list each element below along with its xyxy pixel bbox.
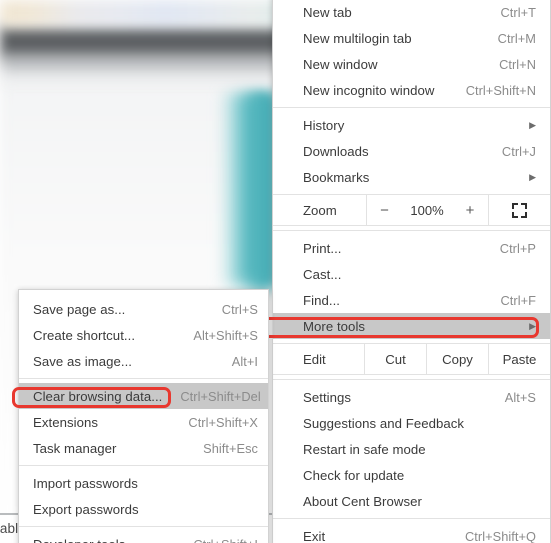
menu-item-label: History	[303, 117, 345, 133]
menu-separator	[273, 230, 550, 231]
menu-item-shortcut: Ctrl+Shift+N	[465, 82, 536, 98]
menu-item-extensions[interactable]: Extensions Ctrl+Shift+X	[19, 409, 268, 435]
menu-item-shortcut: Ctrl+P	[499, 240, 536, 256]
menu-item-label: Suggestions and Feedback	[303, 415, 465, 431]
menu-item-task-manager[interactable]: Task manager Shift+Esc	[19, 435, 268, 461]
menu-item-shortcut: Shift+Esc	[203, 440, 258, 456]
menu-item-new-window[interactable]: New window Ctrl+N	[273, 51, 550, 77]
menu-item-cast[interactable]: Cast...	[273, 261, 550, 287]
menu-item-new-multilogin-tab[interactable]: New multilogin tab Ctrl+M	[273, 25, 550, 51]
edit-label: Edit	[303, 351, 326, 367]
menu-item-label: Settings	[303, 389, 352, 405]
menu-separator	[273, 518, 550, 519]
menu-item-settings[interactable]: Settings Alt+S	[273, 384, 550, 410]
submenu-arrow-icon: ▶	[529, 119, 536, 130]
menu-item-new-tab[interactable]: New tab Ctrl+T	[273, 0, 550, 25]
menu-item-shortcut: Ctrl+T	[500, 4, 536, 20]
zoom-out-button[interactable]: −	[366, 195, 402, 225]
fullscreen-icon	[512, 202, 527, 218]
menu-item-shortcut: Ctrl+N	[499, 56, 536, 72]
menu-item-clear-browsing-data[interactable]: Clear browsing data... Ctrl+Shift+Del	[19, 383, 268, 409]
menu-item-about-cent-browser[interactable]: About Cent Browser	[273, 488, 550, 514]
menu-item-label: New incognito window	[303, 82, 435, 98]
menu-item-label: Restart in safe mode	[303, 441, 426, 457]
menu-item-save-page-as[interactable]: Save page as... Ctrl+S	[19, 296, 268, 322]
menu-item-more-tools[interactable]: More tools ▶	[273, 313, 550, 339]
cut-button[interactable]: Cut	[364, 344, 426, 374]
browser-main-menu[interactable]: New tab Ctrl+T New multilogin tab Ctrl+M New…	[260, 0, 551, 543]
menu-item-shortcut: Ctrl+Shift+Del	[180, 388, 261, 404]
menu-item-label: Clear browsing data...	[33, 388, 163, 404]
menu-item-label: New window	[303, 56, 378, 72]
menu-item-find[interactable]: Find... Ctrl+F	[273, 287, 550, 313]
menu-item-shortcut: Alt+I	[231, 353, 258, 369]
menu-item-label: Find...	[303, 292, 340, 308]
menu-item-save-as-image[interactable]: Save as image... Alt+I	[19, 348, 268, 374]
menu-item-label: Print...	[303, 240, 342, 256]
menu-item-history[interactable]: History ▶	[273, 112, 550, 138]
menu-item-shortcut: Ctrl+Shift+X	[188, 414, 258, 430]
menu-item-shortcut: Ctrl+S	[221, 301, 258, 317]
zoom-in-button[interactable]: +	[452, 195, 488, 225]
menu-item-bookmarks[interactable]: Bookmarks ▶	[273, 164, 550, 190]
menu-item-downloads[interactable]: Downloads Ctrl+J	[273, 138, 550, 164]
menu-item-shortcut: Alt+S	[504, 389, 536, 405]
menu-item-label: Save page as...	[33, 301, 126, 317]
menu-item-shortcut: Ctrl+M	[497, 30, 536, 46]
zoom-control-row: Zoom −100% +	[273, 194, 550, 226]
menu-item-label: Cast...	[303, 266, 342, 282]
menu-item-restart-in-safe-mode[interactable]: Restart in safe mode	[273, 436, 550, 462]
menu-item-new-incognito-window[interactable]: New incognito window Ctrl+Shift+N	[273, 77, 550, 103]
menu-item-label: New multilogin tab	[303, 30, 412, 46]
menu-item-label: Task manager	[33, 440, 117, 456]
menu-item-check-for-update[interactable]: Check for update	[273, 462, 550, 488]
menu-item-create-shortcut[interactable]: Create shortcut... Alt+Shift+S	[19, 322, 268, 348]
menu-separator	[273, 107, 550, 108]
menu-item-label: Export passwords	[33, 501, 139, 517]
menu-item-label: More tools	[303, 318, 366, 334]
submenu-arrow-icon: ▶	[529, 171, 536, 182]
copy-button[interactable]: Copy	[426, 344, 488, 374]
menu-item-label: New tab	[303, 4, 352, 20]
screenshot-root: table of contents will be automatic wsxd…	[0, 0, 551, 543]
edit-control-row: Edit Cut Copy Paste	[273, 343, 550, 375]
menu-item-label: About Cent Browser	[303, 493, 422, 509]
menu-item-shortcut: Ctrl+Shift+Q	[464, 528, 536, 543]
menu-separator	[19, 378, 268, 379]
menu-item-label: Check for update	[303, 467, 405, 483]
submenu-arrow-icon: ▶	[529, 320, 536, 331]
menu-item-shortcut: Ctrl+J	[501, 143, 536, 159]
menu-item-import-passwords[interactable]: Import passwords	[19, 470, 268, 496]
menu-item-developer-tools[interactable]: Developer toolsCtrl+Shift+I	[19, 531, 268, 543]
menu-item-shortcut: Ctrl+Shift+I	[175, 537, 258, 543]
menu-item-label: Import passwords	[33, 475, 138, 491]
menu-item-label: Create shortcut...	[33, 327, 136, 343]
menu-item-label: Save as image...	[33, 353, 133, 369]
zoom-label: Zoom	[303, 202, 337, 218]
zoom-level-value: 100%	[410, 202, 444, 218]
menu-item-print[interactable]: Print... Ctrl+P	[273, 235, 550, 261]
menu-separator	[273, 379, 550, 380]
more-tools-submenu[interactable]: Save page as... Ctrl+S Create shortcut... A…	[12, 289, 269, 543]
menu-item-label: Exit	[303, 528, 326, 543]
fullscreen-button[interactable]	[488, 195, 550, 225]
menu-item-exit[interactable]: Exit Ctrl+Shift+Q	[273, 523, 550, 543]
background-teal-accent-inner	[244, 92, 274, 288]
menu-item-shortcut: Alt+Shift+S	[193, 327, 258, 343]
menu-separator	[19, 526, 268, 527]
menu-item-label: Downloads	[303, 143, 369, 159]
menu-item-label: Bookmarks	[303, 169, 370, 185]
menu-item-export-passwords[interactable]: Export passwords	[19, 496, 268, 522]
menu-item-label: Developer tools	[19, 537, 175, 543]
menu-separator	[19, 465, 268, 466]
menu-item-shortcut: Ctrl+F	[500, 292, 536, 308]
menu-item-suggestions-and-feedback[interactable]: Suggestions and Feedback	[273, 410, 550, 436]
menu-item-label: Extensions	[33, 414, 99, 430]
paste-button[interactable]: Paste	[488, 344, 550, 374]
